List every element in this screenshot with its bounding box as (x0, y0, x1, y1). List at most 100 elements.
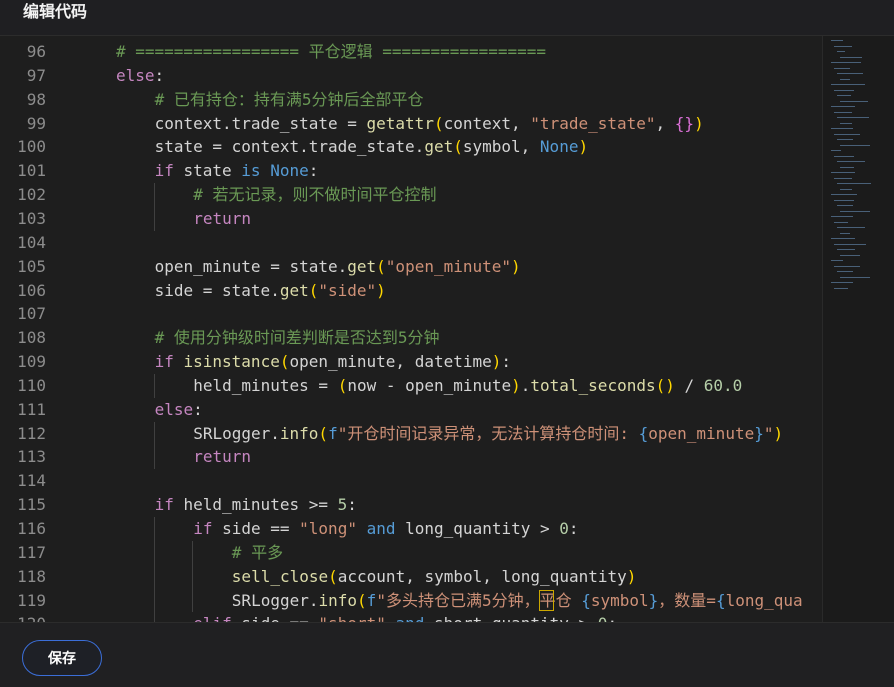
minimap-line (831, 84, 865, 85)
line-number: 110 (17, 375, 46, 395)
minimap-line (831, 282, 853, 283)
indent-guide (153, 206, 155, 231)
line-number: 119 (17, 590, 46, 610)
code-line[interactable]: side = state.get("side") (155, 279, 386, 303)
code-line[interactable]: if side == "long" and long_quantity > 0: (193, 517, 578, 541)
minimap-line (837, 271, 853, 272)
minimap-line (837, 51, 845, 52)
minimap-line (834, 45, 852, 47)
dialog-title: 编辑代码 (23, 2, 88, 21)
indent-guide (192, 540, 194, 565)
minimap-line (834, 221, 848, 223)
code-line[interactable]: elif side == "short" and short_quantity … (193, 612, 617, 622)
minimap-line (834, 243, 866, 245)
minimap-line (834, 67, 850, 69)
code-line[interactable]: SRLogger.info(f"多头持仓已满5分钟，平仓 {symbol}，数量… (232, 589, 803, 613)
minimap-line (840, 166, 854, 168)
minimap-line (840, 144, 870, 146)
indent-guide (153, 183, 155, 207)
minimap-line (837, 73, 863, 74)
minimap-line (840, 78, 850, 80)
minimap-line (837, 139, 853, 140)
minimap-line (831, 172, 855, 173)
line-number: 112 (17, 423, 46, 443)
code-line[interactable]: if held_minutes >= 5: (155, 493, 357, 517)
minimap-line (831, 62, 861, 63)
indent-guide (153, 373, 155, 398)
line-number: 115 (17, 495, 46, 515)
line-number: 106 (17, 280, 46, 300)
line-number: 114 (17, 471, 46, 491)
minimap-line (831, 216, 853, 217)
line-number: 116 (17, 519, 46, 538)
minimap-line (831, 150, 841, 151)
line-number: 100 (17, 137, 46, 157)
line-number: 103 (17, 208, 46, 228)
code-line[interactable]: # 使用分钟级时间差判断是否达到5分钟 (155, 326, 440, 350)
code-line[interactable]: else: (155, 398, 203, 422)
code-line[interactable]: state = context.trade_state.get(symbol, … (155, 135, 589, 159)
line-number: 109 (17, 352, 46, 372)
minimap-line (837, 95, 851, 96)
minimap-line (831, 106, 855, 107)
code-line[interactable]: held_minutes = (now - open_minute).total… (193, 374, 742, 398)
minimap-line (840, 232, 850, 234)
line-number: 107 (17, 304, 46, 324)
code-line[interactable]: return (193, 445, 251, 469)
code-line[interactable]: return (193, 207, 251, 231)
minimap-line (840, 188, 852, 190)
minimap-line (837, 249, 855, 250)
minimap-line (837, 117, 869, 118)
indent-guide (192, 564, 194, 589)
save-button[interactable]: 保存 (22, 640, 102, 676)
minimap-line (837, 183, 871, 184)
indent-guide (153, 564, 155, 589)
code-line[interactable]: sell_close(account, symbol, long_quantit… (232, 565, 637, 589)
minimap-line (834, 89, 854, 91)
code-line[interactable]: context.trade_state = getattr(context, "… (155, 112, 704, 136)
indent-guide (153, 445, 155, 470)
code-line[interactable]: else: (116, 64, 164, 88)
line-number: 117 (17, 542, 46, 562)
code-line[interactable]: # 平多 (232, 541, 283, 565)
minimap-line (840, 276, 870, 278)
line-number: 113 (17, 447, 46, 467)
text-cursor (539, 589, 554, 611)
minimap-line (840, 210, 870, 212)
line-number: 118 (17, 566, 46, 586)
dialog-footer: 保存 (0, 622, 894, 687)
code-editor[interactable]: 96 97 98 99 100 101 102 103 104 105 106 107 108 109 11… (0, 36, 894, 622)
minimap-line (840, 122, 852, 124)
minimap-line (831, 40, 843, 41)
minimap-line (834, 111, 852, 113)
line-number: 101 (17, 161, 46, 181)
minimap-line (834, 177, 852, 179)
minimap-line (834, 133, 860, 135)
line-number: 104 (17, 232, 46, 252)
indent-guide (153, 612, 155, 622)
code-line[interactable]: if state is None: (155, 159, 319, 183)
minimap-line (837, 161, 865, 162)
indent-guide (192, 588, 194, 613)
code-area[interactable]: # ================= 平仓逻辑 ===============… (80, 36, 822, 622)
minimap-line (837, 227, 865, 228)
minimap-line (840, 100, 868, 102)
line-number: 102 (17, 185, 46, 205)
code-line[interactable]: # 已有持仓：持有满5分钟后全部平仓 (155, 88, 424, 112)
code-line[interactable]: open_minute = state.get("open_minute") (155, 255, 521, 279)
line-number: 97 (26, 65, 46, 85)
indent-guide (153, 421, 155, 446)
code-line[interactable]: SRLogger.info(f"开仓时间记录异常，无法计算持仓时间: {open… (193, 422, 783, 446)
minimap[interactable] (822, 36, 894, 622)
minimap-line (840, 254, 860, 256)
code-line[interactable]: if isinstance(open_minute, datetime): (155, 350, 511, 374)
indent-guide (153, 517, 155, 541)
code-line[interactable]: # 若无记录，则不做时间平仓控制 (193, 183, 436, 207)
code-line[interactable]: # ================= 平仓逻辑 ===============… (116, 40, 546, 64)
line-number-gutter: 96 97 98 99 100 101 102 103 104 105 106 107 108 109 11… (0, 36, 80, 622)
line-number: 99 (26, 113, 46, 133)
dialog-header: 编辑代码 (0, 0, 894, 36)
minimap-line (834, 199, 854, 201)
indent-guide (153, 588, 155, 613)
minimap-line (831, 238, 855, 239)
